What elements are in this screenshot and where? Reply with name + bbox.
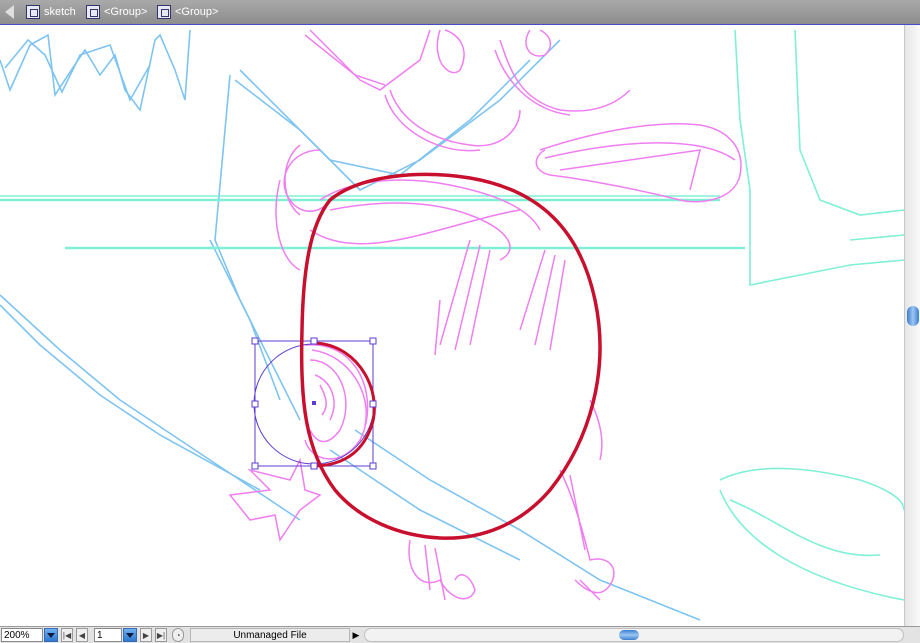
back-arrow-icon[interactable] [5, 5, 14, 19]
document-status-icon[interactable]: ◔ [172, 628, 184, 642]
teal-sketch-strokes [0, 29, 904, 601]
zoom-field[interactable]: 200% [1, 628, 43, 642]
prev-page-icon[interactable]: ◀ [76, 628, 88, 642]
breadcrumb-item-group[interactable]: <Group> [86, 3, 147, 21]
breadcrumb-label: sketch [44, 6, 76, 18]
vertical-scroll-thumb[interactable] [907, 306, 919, 326]
artwork [0, 29, 904, 621]
page-dropdown-icon[interactable] [123, 628, 137, 642]
page-field[interactable]: 1 [94, 628, 122, 642]
magenta-sketch-strokes [228, 29, 742, 601]
blue-sketch-strokes [0, 29, 701, 621]
breadcrumb-label: <Group> [175, 6, 219, 18]
vertical-scrollbar[interactable] [904, 25, 920, 626]
status-bar: 200% |◀ ◀ 1 ▶ ▶| ◔ Unmanaged File ▶ [0, 626, 920, 643]
status-menu-arrow-icon[interactable]: ▶ [352, 628, 360, 642]
artboard-canvas[interactable] [0, 25, 904, 626]
last-page-icon[interactable]: ▶| [155, 628, 167, 642]
breadcrumb-label: <Group> [104, 6, 148, 18]
group-icon [157, 5, 171, 19]
layer-icon [26, 5, 40, 19]
group-icon [86, 5, 100, 19]
next-page-icon[interactable]: ▶ [140, 628, 152, 642]
breadcrumb-item-group[interactable]: <Group> [157, 3, 218, 21]
breadcrumb-bar: sketch <Group> <Group> [0, 0, 920, 25]
status-text[interactable]: Unmanaged File [190, 628, 350, 642]
horizontal-scrollbar[interactable] [364, 628, 904, 642]
breadcrumb-item-layer[interactable]: sketch [26, 3, 76, 21]
zoom-dropdown-icon[interactable] [44, 628, 58, 642]
horizontal-scroll-thumb[interactable] [619, 630, 639, 640]
first-page-icon[interactable]: |◀ [61, 628, 73, 642]
